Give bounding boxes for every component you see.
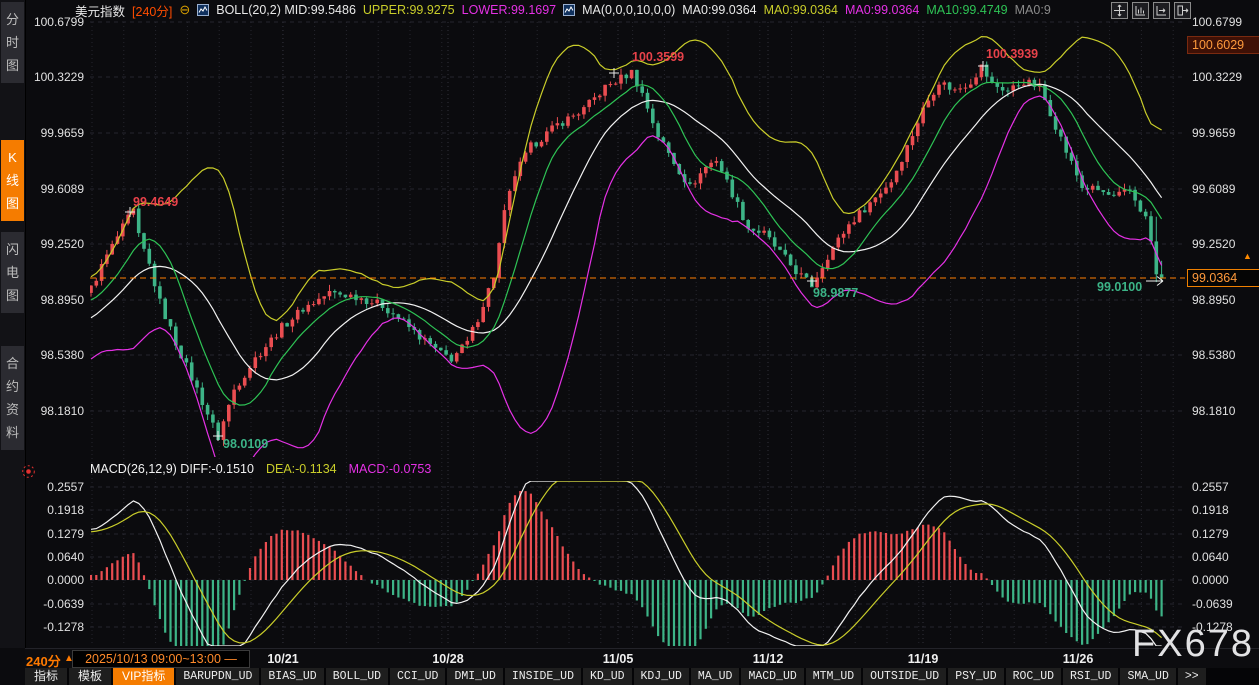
y-axis-label: -0.1278 [43, 620, 84, 634]
ma10-readout: MA10:99.4749 [926, 3, 1007, 17]
indicator-readout-bar: 美元指数 [240分] ⊖ BOLL(20,2) MID:99.5486 UPPER:9… [75, 1, 1051, 19]
y-axis-label: 98.8950 [41, 293, 84, 307]
y-axis-label: 0.1279 [1192, 527, 1229, 541]
ma0-white-readout: MA0:99.0364 [682, 3, 756, 17]
y-axis-label: 0.1918 [47, 503, 84, 517]
window-toolbar [1111, 2, 1191, 19]
y-axis-label: 0.1918 [1192, 503, 1229, 517]
y-axis-label: 100.3229 [34, 70, 84, 84]
y-axis-label: 0.0000 [1192, 573, 1229, 587]
boll-chart-icon [197, 4, 209, 16]
app-window: 分时图K线图闪电图合约资料 美元指数[240分]⊖BOLL(20,2) MID:… [0, 0, 1259, 685]
macd-dea-readout: DEA:-0.1134 [266, 462, 337, 476]
price-annotation: 99.0100 [1097, 280, 1142, 294]
y-axis-label: -0.0639 [1192, 597, 1233, 611]
boll-readout: BOLL(20,2) MID:99.5486 [216, 3, 356, 17]
macd-readout-bar: MACD(26,12,9) DIFF:-0.1510 DEA:-0.1134 MAC… [90, 462, 431, 476]
y-axis-label: 99.9659 [41, 126, 84, 140]
price-annotation: 99.4649 [133, 195, 178, 209]
price-annotation: 98.0109 [223, 437, 268, 451]
ma-params: MA(0,0,0,10,0,0) [582, 3, 675, 17]
chart-canvas[interactable] [0, 0, 1259, 685]
ma-gray-readout: MA0:9 [1015, 3, 1051, 17]
instrument-name: 美元指数 [75, 1, 125, 20]
y-axis-label: 98.5380 [1192, 348, 1235, 362]
axis-arrow-icon[interactable] [1153, 2, 1170, 19]
axis-bars-icon[interactable] [1132, 2, 1149, 19]
y-axis-label: 0.2557 [47, 480, 84, 494]
session-high-box: 100.6029 [1187, 36, 1259, 54]
minus-circle-icon: ⊖ [179, 2, 190, 18]
macd-bar-readout: MACD:-0.0753 [349, 462, 432, 476]
price-annotation: 100.3939 [986, 47, 1038, 61]
ma0-yellow-readout: MA0:99.0364 [764, 3, 838, 17]
price-annotation: 100.3599 [632, 50, 684, 64]
y-axis-label: 100.3229 [1192, 70, 1242, 84]
right-price-axis: 100.6799 100.3229 99.9659 99.6089 99.2520 98.… [1189, 0, 1259, 648]
watermark: FX678 [1132, 625, 1254, 663]
ma0-magenta-readout: MA0:99.0364 [845, 3, 919, 17]
y-axis-label: 99.6089 [1192, 182, 1235, 196]
indicator-burst-icon[interactable] [21, 464, 36, 484]
price-annotation: 98.9877 [813, 286, 858, 300]
macd-diff-readout: MACD(26,12,9) DIFF:-0.1510 [90, 462, 254, 476]
y-axis-label: 98.1810 [1192, 404, 1235, 418]
current-price-box: 99.0364 [1187, 269, 1259, 287]
y-axis-label: -0.0639 [43, 597, 84, 611]
boll-lower-readout: LOWER:99.1697 [462, 3, 557, 17]
y-axis-label: 99.2520 [1192, 237, 1235, 251]
y-axis-label: 0.2557 [1192, 480, 1229, 494]
move-icon[interactable] [1111, 2, 1128, 19]
exit-right-icon[interactable] [1174, 2, 1191, 19]
y-axis-label: 0.1279 [47, 527, 84, 541]
left-price-axis: 100.6799100.322999.965999.608999.252098.… [0, 0, 87, 648]
y-axis-label: 98.5380 [41, 348, 84, 362]
y-axis-label: 0.0640 [1192, 550, 1229, 564]
y-axis-label: 0.0640 [47, 550, 84, 564]
y-axis-label: 100.6799 [1192, 15, 1242, 29]
period-label: [240分] [132, 1, 172, 20]
y-axis-label: 99.9659 [1192, 126, 1235, 140]
y-axis-label: 99.6089 [41, 182, 84, 196]
ma-chart-icon [563, 4, 575, 16]
y-axis-label: 99.2520 [41, 237, 84, 251]
y-axis-label: 98.8950 [1192, 293, 1235, 307]
y-axis-label: 0.0000 [47, 573, 84, 587]
boll-upper-readout: UPPER:99.9275 [363, 3, 455, 17]
price-up-arrow-icon: ▲ [1243, 251, 1252, 261]
y-axis-label: 98.1810 [41, 404, 84, 418]
